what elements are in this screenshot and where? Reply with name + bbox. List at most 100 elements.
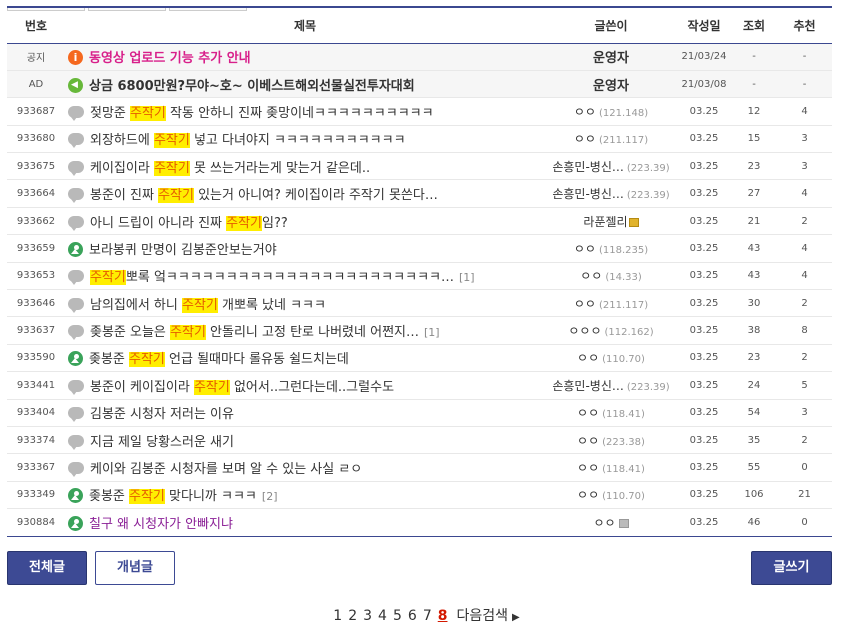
table-row[interactable]: 933687 젖망준 주작기 작동 안하니 진짜 좆망이네ㅋㅋㅋㅋㅋㅋㅋㅋㅋㅋ ㅇㅇ… xyxy=(7,98,832,126)
post-title-cell[interactable]: 케이집이라 주작기 못 쓰는거라는게 맞는거 같은데.. xyxy=(65,153,545,180)
table-row[interactable]: AD 상금 6800만원?무야~호~ 이베스트해외선물실전투자대회 운영자 21/03… xyxy=(7,70,832,98)
post-title-cell[interactable]: 김봉준 시청자 저러는 이유 xyxy=(65,399,545,426)
table-row[interactable]: 933646 남의집에서 하니 주작기 개뽀록 났네 ㅋㅋㅋ ㅇㅇ(211.117)… xyxy=(7,290,832,317)
post-title-link[interactable]: 상금 6800만원?무야~호~ 이베스트해외선물실전투자대회 xyxy=(89,79,415,94)
post-title-cell[interactable]: 아니 드립이 아니라 진짜 주작기임?? xyxy=(65,207,545,234)
table-row[interactable]: 933637 좆봉준 오늘은 주작기 안돌리니 고정 탄로 나버렸네 어쩐지… [1… xyxy=(7,317,832,345)
post-writer[interactable]: ㅇㅇ (121.148) xyxy=(545,98,677,125)
post-title-link[interactable]: 좆봉준 주작기 언급 될때마다 롤유동 쉴드치는데 xyxy=(89,352,349,368)
table-row[interactable]: 933404 김봉준 시청자 저러는 이유 ㅇㅇ(118.41) 03.25 54 3 xyxy=(7,399,832,427)
post-writer[interactable]: ㅇㅇㅇ (112.162) xyxy=(545,317,677,344)
post-writer[interactable]: ㅇㅇ (211.117) xyxy=(545,290,677,317)
post-title-link[interactable]: 젖망준 주작기 작동 안하니 진짜 좆망이네ㅋㅋㅋㅋㅋㅋㅋㅋㅋㅋ xyxy=(90,105,434,121)
concept-posts-button[interactable]: 개념글 xyxy=(95,551,175,585)
page-link[interactable]: 1 xyxy=(333,608,342,624)
post-title-cell[interactable]: 주작기뽀록 엌ㅋㅋㅋㅋㅋㅋㅋㅋㅋㅋㅋㅋㅋㅋㅋㅋㅋㅋㅋㅋㅋㅋㅋ… [1] xyxy=(65,262,545,289)
post-title-link[interactable]: 아니 드립이 아니라 진짜 주작기임?? xyxy=(90,215,288,231)
post-writer[interactable]: 손흥민-병신… (223.39) xyxy=(545,372,677,399)
post-title-link[interactable]: 봉준이 진짜 주작기 있는거 아니여? 케이집이라 주작기 못쓴다… xyxy=(90,188,438,204)
post-title-cell[interactable]: 좆봉준 주작기 맞다니까 ㅋㅋㅋ [2] xyxy=(65,481,545,508)
next-search-link[interactable]: 다음검색 xyxy=(456,608,508,624)
writer-nickname[interactable]: 운영자 xyxy=(593,51,629,66)
post-writer[interactable]: 운영자 xyxy=(545,70,677,97)
post-title-link[interactable]: 지금 제일 당황스러운 새기 xyxy=(90,435,234,450)
post-writer[interactable]: 라푼젤리 xyxy=(545,207,677,234)
table-row[interactable]: 933367 케이와 김봉준 시청자를 보며 알 수 있는 사실 ㄹㅇ ㅇㅇ(118… xyxy=(7,454,832,482)
post-title-cell[interactable]: 젖망준 주작기 작동 안하니 진짜 좆망이네ㅋㅋㅋㅋㅋㅋㅋㅋㅋㅋ xyxy=(65,98,545,125)
writer-nickname[interactable]: ㅇㅇ xyxy=(574,105,596,119)
post-writer[interactable]: 손흥민-병신… (223.39) xyxy=(545,180,677,207)
writer-nickname[interactable]: ㅇㅇ xyxy=(580,269,602,283)
post-title-cell[interactable]: 봉준이 케이집이라 주작기 없어서..그런다는데..그럴수도 xyxy=(65,372,545,399)
writer-nickname[interactable]: ㅇㅇ xyxy=(577,351,599,365)
current-page[interactable]: 8 xyxy=(438,608,448,624)
post-writer[interactable]: 운영자 xyxy=(545,43,677,70)
page-link[interactable]: 4 xyxy=(378,608,387,624)
writer-nickname[interactable]: ㅇㅇ xyxy=(574,297,596,311)
next-arrow-icon[interactable]: ▶ xyxy=(512,612,520,623)
table-row[interactable]: 933662 아니 드립이 아니라 진짜 주작기임?? 라푼젤리 03.25 21 2 xyxy=(7,207,832,235)
table-row[interactable]: 930884 칠구 왜 시청자가 안빠지냐 ㅇㅇ 03.25 46 0 xyxy=(7,509,832,537)
writer-nickname[interactable]: 손흥민-병신… xyxy=(552,160,624,174)
comment-count[interactable]: [2] xyxy=(262,490,278,503)
post-title-link[interactable]: 케이집이라 주작기 못 쓰는거라는게 맞는거 같은데.. xyxy=(90,160,370,176)
writer-nickname[interactable]: ㅇㅇ xyxy=(577,488,599,502)
post-writer[interactable]: ㅇㅇ xyxy=(545,509,677,536)
writer-nickname[interactable]: ㅇㅇ xyxy=(577,434,599,448)
post-title-link[interactable]: 주작기뽀록 엌ㅋㅋㅋㅋㅋㅋㅋㅋㅋㅋㅋㅋㅋㅋㅋㅋㅋㅋㅋㅋㅋㅋㅋ… xyxy=(90,270,454,286)
writer-nickname[interactable]: ㅇㅇ xyxy=(577,461,599,475)
post-writer[interactable]: ㅇㅇ (118.41) xyxy=(545,454,677,481)
post-title-cell[interactable]: 좆봉준 주작기 언급 될때마다 롤유동 쉴드치는데 xyxy=(65,344,545,371)
page-link[interactable]: 6 xyxy=(408,608,417,624)
comment-count[interactable]: [1] xyxy=(459,271,475,284)
post-title-cell[interactable]: 상금 6800만원?무야~호~ 이베스트해외선물실전투자대회 xyxy=(65,70,545,97)
post-title-cell[interactable]: 칠구 왜 시청자가 안빠지냐 xyxy=(65,509,545,536)
post-title-cell[interactable]: 케이와 김봉준 시청자를 보며 알 수 있는 사실 ㄹㅇ xyxy=(65,454,545,481)
table-row[interactable]: 933653 주작기뽀록 엌ㅋㅋㅋㅋㅋㅋㅋㅋㅋㅋㅋㅋㅋㅋㅋㅋㅋㅋㅋㅋㅋㅋㅋ… [1]… xyxy=(7,262,832,290)
writer-nickname[interactable]: 라푼젤리 xyxy=(583,215,627,229)
writer-nickname[interactable]: 손흥민-병신… xyxy=(552,187,624,201)
post-title-cell[interactable]: 지금 제일 당황스러운 새기 xyxy=(65,426,545,453)
post-title-cell[interactable]: 좆봉준 오늘은 주작기 안돌리니 고정 탄로 나버렸네 어쩐지… [1] xyxy=(65,317,545,344)
page-link[interactable]: 3 xyxy=(363,608,372,624)
post-title-cell[interactable]: 동영상 업로드 기능 추가 안내 xyxy=(65,43,545,70)
page-link[interactable]: 7 xyxy=(423,608,432,624)
post-title-link[interactable]: 김봉준 시청자 저러는 이유 xyxy=(90,407,234,422)
writer-nickname[interactable]: ㅇㅇ xyxy=(574,242,596,256)
comment-count[interactable]: [1] xyxy=(424,326,440,339)
post-writer[interactable]: ㅇㅇ (223.38) xyxy=(545,426,677,453)
post-writer[interactable]: 손흥민-병신… (223.39) xyxy=(545,153,677,180)
post-title-link[interactable]: 칠구 왜 시청자가 안빠지냐 xyxy=(89,517,233,532)
post-title-cell[interactable]: 외장하드에 주작기 넣고 다녀야지 ㅋㅋㅋㅋㅋㅋㅋㅋㅋㅋㅋ xyxy=(65,125,545,152)
post-title-link[interactable]: 봉준이 케이집이라 주작기 없어서..그런다는데..그럴수도 xyxy=(90,379,394,395)
writer-nickname[interactable]: 운영자 xyxy=(593,79,629,94)
post-writer[interactable]: ㅇㅇ (118.41) xyxy=(545,399,677,426)
post-title-link[interactable]: 좆봉준 오늘은 주작기 안돌리니 고정 탄로 나버렸네 어쩐지… xyxy=(90,325,419,341)
table-row[interactable]: 933590 좆봉준 주작기 언급 될때마다 롤유동 쉴드치는데 ㅇㅇ (110.70… xyxy=(7,344,832,372)
writer-nickname[interactable]: ㅇㅇㅇ xyxy=(568,324,601,338)
post-title-link[interactable]: 케이와 김봉준 시청자를 보며 알 수 있는 사실 ㄹㅇ xyxy=(90,462,362,477)
writer-nickname[interactable]: ㅇㅇ xyxy=(593,516,615,530)
post-title-link[interactable]: 좆봉준 주작기 맞다니까 ㅋㅋㅋ xyxy=(89,489,257,505)
page-link[interactable]: 5 xyxy=(393,608,402,624)
post-writer[interactable]: ㅇㅇ (211.117) xyxy=(545,125,677,152)
table-row[interactable]: 933349 좆봉준 주작기 맞다니까 ㅋㅋㅋ [2] ㅇㅇ (110.70) 03.25… xyxy=(7,481,832,509)
writer-nickname[interactable]: ㅇㅇ xyxy=(577,406,599,420)
writer-nickname[interactable]: 손흥민-병신… xyxy=(552,379,624,393)
post-writer[interactable]: ㅇㅇ (110.70) xyxy=(545,481,677,508)
post-title-link[interactable]: 외장하드에 주작기 넣고 다녀야지 ㅋㅋㅋㅋㅋㅋㅋㅋㅋㅋㅋ xyxy=(90,133,406,149)
table-row[interactable]: 933441 봉준이 케이집이라 주작기 없어서..그런다는데..그럴수도 손흥민-… xyxy=(7,372,832,400)
writer-nickname[interactable]: ㅇㅇ xyxy=(574,132,596,146)
post-title-cell[interactable]: 보라봉퀴 만명이 김봉준안보는거야 xyxy=(65,235,545,262)
page-link[interactable]: 2 xyxy=(348,608,357,624)
post-writer[interactable]: ㅇㅇ (14.33) xyxy=(545,262,677,289)
table-row[interactable]: 933374 지금 제일 당황스러운 새기 ㅇㅇ(223.38) 03.25 35 2 xyxy=(7,426,832,454)
all-posts-button[interactable]: 전체글 xyxy=(7,551,87,585)
table-row[interactable]: 933659 보라봉퀴 만명이 김봉준안보는거야 ㅇㅇ (118.235) 03.25 4… xyxy=(7,235,832,263)
table-row[interactable]: 933664 봉준이 진짜 주작기 있는거 아니여? 케이집이라 주작기 못쓴다…… xyxy=(7,180,832,208)
table-row[interactable]: 933675 케이집이라 주작기 못 쓰는거라는게 맞는거 같은데.. 손흥민-병신… xyxy=(7,153,832,180)
write-button[interactable]: 글쓰기 xyxy=(751,551,832,585)
post-writer[interactable]: ㅇㅇ (110.70) xyxy=(545,344,677,371)
post-title-link[interactable]: 동영상 업로드 기능 추가 안내 xyxy=(89,51,251,66)
post-title-cell[interactable]: 남의집에서 하니 주작기 개뽀록 났네 ㅋㅋㅋ xyxy=(65,290,545,317)
